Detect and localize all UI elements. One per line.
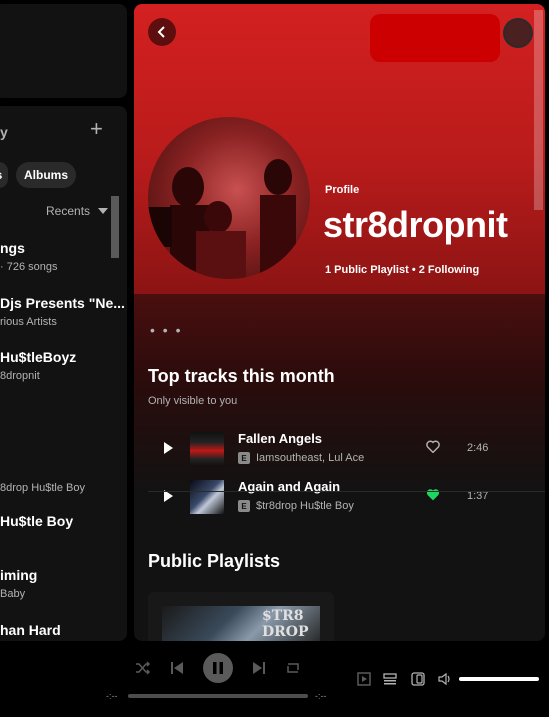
library-item[interactable]: Djs Presents "Ne... rious Artists: [0, 295, 125, 328]
track-artwork: [190, 432, 224, 466]
next-button[interactable]: [249, 658, 269, 678]
track-artist-line: E $tr8drop Hu$tle Boy: [238, 500, 354, 512]
track-artwork: [190, 480, 224, 514]
explicit-badge: E: [238, 500, 250, 512]
library-item-title: Djs Presents "Ne...: [0, 295, 125, 311]
caret-down-icon: [98, 208, 109, 214]
skip-back-icon: [171, 662, 183, 674]
shuffle-icon: [136, 661, 151, 675]
library-item-subtitle: Baby: [0, 588, 26, 600]
heart-filled-icon[interactable]: [426, 488, 440, 501]
shuffle-button[interactable]: [133, 658, 153, 678]
library-item-title: iming: [0, 567, 38, 583]
top-tracks-subtitle: Only visible to you: [148, 395, 238, 407]
profile-photo: [148, 159, 296, 279]
library-item-subtitle: rious Artists: [0, 316, 57, 328]
library-item-subtitle: 8drop Hu$tle Boy: [0, 482, 85, 494]
play-pause-button[interactable]: [203, 653, 233, 683]
filter-chip-albums[interactable]: Albums: [16, 162, 76, 188]
library-item-subtitle: 8dropnit: [0, 370, 40, 382]
track-artist[interactable]: Iamsoutheast, Lul Ace: [256, 452, 364, 464]
queue-icon: [383, 673, 397, 685]
profile-type-label: Profile: [325, 184, 360, 196]
volume-icon: [438, 672, 450, 686]
sort-label: Recents: [46, 204, 91, 218]
library-item[interactable]: Hu$tleBoyz 8dropnit: [0, 349, 76, 382]
library-item[interactable]: han Hard: [0, 622, 61, 638]
profile-picture: [148, 117, 310, 279]
library-item-title: han Hard: [0, 622, 61, 638]
track-row[interactable]: Fallen Angels E Iamsoutheast, Lul Ace 2:…: [148, 428, 538, 472]
play-icon[interactable]: [164, 442, 173, 454]
library-item[interactable]: Hu$tle Boy: [0, 513, 73, 529]
pause-icon: [213, 662, 223, 674]
library-panel: y + s Albums Recents ngs · 726 songs Djs…: [0, 106, 127, 641]
track-name[interactable]: Fallen Angels: [238, 431, 322, 446]
track-artist[interactable]: $tr8drop Hu$tle Boy: [256, 500, 354, 512]
connect-device-icon: [411, 672, 425, 686]
progress-bar[interactable]: [128, 694, 308, 698]
repeat-button[interactable]: [283, 658, 303, 678]
heart-outline-icon[interactable]: [426, 440, 440, 453]
main-panel: Profile str8dropnit 1 Public Playlist • …: [134, 4, 545, 641]
skip-forward-icon: [253, 662, 265, 674]
library-item[interactable]: ngs · 726 songs: [0, 240, 57, 273]
queue-button[interactable]: [381, 670, 399, 688]
elapsed-time: -:--: [106, 691, 118, 701]
volume-slider[interactable]: [459, 677, 539, 681]
redaction-box: [370, 14, 500, 62]
now-playing-view-icon: [357, 672, 371, 686]
more-options-button[interactable]: • • •: [150, 322, 182, 338]
library-item-title: ngs: [0, 240, 25, 256]
now-playing-view-button[interactable]: [355, 670, 373, 688]
track-artist-line: E Iamsoutheast, Lul Ace: [238, 452, 364, 464]
user-avatar[interactable]: [503, 18, 533, 48]
library-item-title: Hu$tleBoyz: [0, 349, 77, 365]
library-scrollbar[interactable]: [111, 196, 119, 258]
total-time: -:--: [315, 691, 327, 701]
previous-button[interactable]: [167, 658, 187, 678]
library-item[interactable]: 8drop Hu$tle Boy: [0, 482, 85, 494]
sort-dropdown[interactable]: Recents: [46, 204, 109, 218]
library-item[interactable]: iming Baby: [0, 567, 37, 600]
main-scrollbar[interactable]: [534, 10, 543, 210]
repeat-icon: [287, 663, 299, 673]
track-duration: 2:46: [467, 442, 489, 454]
nav-panel: [0, 4, 127, 98]
library-heading[interactable]: y: [0, 124, 8, 140]
row-divider: [148, 491, 545, 492]
library-item-title: Hu$tle Boy: [0, 513, 74, 529]
connect-device-button[interactable]: [409, 670, 427, 688]
top-tracks-title[interactable]: Top tracks this month: [148, 366, 335, 387]
playlist-cover-text: $TR8 DROP: [262, 608, 309, 640]
create-playlist-button[interactable]: +: [90, 118, 103, 140]
back-button[interactable]: [148, 18, 176, 46]
library-item-subtitle: · 726 songs: [0, 261, 58, 273]
profile-stats[interactable]: 1 Public Playlist • 2 Following: [325, 264, 479, 276]
profile-name: str8dropnit: [323, 204, 508, 245]
public-playlists-title[interactable]: Public Playlists: [148, 551, 280, 572]
track-row[interactable]: Again and Again E $tr8drop Hu$tle Boy 1:…: [148, 476, 538, 520]
filter-chip-playlists[interactable]: s: [0, 162, 8, 188]
chevron-left-icon: [157, 26, 165, 38]
explicit-badge: E: [238, 452, 250, 464]
volume-button[interactable]: [436, 670, 454, 688]
